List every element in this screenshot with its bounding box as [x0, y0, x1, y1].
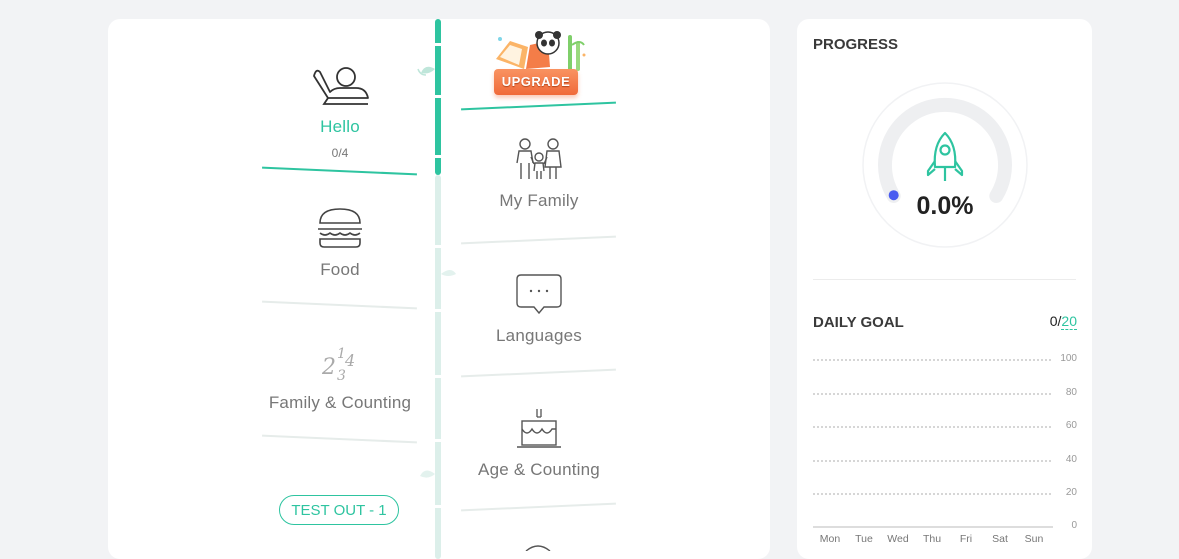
- lesson-hello[interactable]: Hello 0/4: [260, 64, 420, 160]
- lesson-my-family[interactable]: My Family: [459, 137, 619, 211]
- grid-line: [813, 493, 1051, 495]
- x-tick-label: Wed: [887, 533, 909, 545]
- upgrade-badge[interactable]: UPGRADE: [488, 29, 593, 99]
- daily-goal-count: 0/20: [1049, 313, 1077, 330]
- lesson-food[interactable]: Food: [260, 207, 420, 280]
- y-tick-label: 20: [1065, 487, 1077, 498]
- x-tick-label: Tue: [855, 533, 873, 545]
- lesson-label: Family & Counting: [268, 393, 412, 412]
- lesson-label: My Family: [499, 191, 579, 210]
- progress-title: PROGRESS: [813, 36, 899, 53]
- rocket-icon: [926, 131, 964, 181]
- daily-goal-target-link[interactable]: 20: [1061, 313, 1077, 330]
- x-tick-label: Sun: [1024, 533, 1044, 545]
- svg-text:2: 2: [321, 355, 336, 380]
- lesson-label: Languages: [496, 326, 582, 345]
- y-tick-label: 60: [1065, 420, 1077, 431]
- y-tick-label: 100: [1060, 353, 1077, 364]
- lesson-age-counting[interactable]: Age & Counting: [459, 407, 619, 480]
- grid-line: [813, 393, 1051, 395]
- divider: [813, 279, 1076, 280]
- grid-line: [813, 426, 1051, 428]
- x-tick-label: Thu: [922, 533, 942, 545]
- y-tick-label: 80: [1065, 387, 1077, 398]
- bamboo-path: [417, 19, 456, 559]
- next-lesson-icon: [525, 545, 551, 551]
- svg-text:3: 3: [337, 368, 346, 382]
- y-tick-label: 0: [1071, 520, 1077, 531]
- waving-person-icon: [313, 67, 369, 105]
- daily-goal-current: 0: [1049, 313, 1058, 329]
- progress-value: 0.0%: [916, 192, 974, 220]
- lesson-label: Age & Counting: [478, 460, 600, 479]
- birthday-cake-icon: [517, 409, 561, 448]
- daily-goal-title: DAILY GOAL: [813, 314, 904, 331]
- grid-line: [813, 460, 1051, 462]
- progress-panel: PROGRESS 0.0% DAILY GOAL 0/20 100 80 60 …: [797, 19, 1092, 559]
- lesson-languages[interactable]: Languages: [459, 273, 619, 346]
- x-tick-label: Fri: [959, 533, 973, 545]
- course-path-panel: UPGRADE Hello 0/4 My Family Food Languag…: [108, 19, 770, 559]
- upgrade-label: UPGRADE: [501, 74, 571, 89]
- y-tick-label: 40: [1065, 454, 1077, 465]
- lesson-family-counting[interactable]: 2 1 4 3 Family & Counting: [260, 340, 420, 413]
- numbers-icon: 2 1 4 3: [321, 346, 355, 382]
- x-tick-label: Mon: [819, 533, 841, 545]
- speech-bubble-icon: [516, 274, 562, 315]
- test-out-button[interactable]: TEST OUT - 1: [279, 495, 399, 525]
- x-tick-label: Sat: [992, 533, 1008, 545]
- x-axis: [813, 526, 1053, 528]
- lesson-label: Food: [320, 260, 360, 279]
- family-icon: [516, 138, 562, 179]
- burger-icon: [318, 208, 362, 248]
- grid-line: [813, 359, 1051, 361]
- lesson-label: Hello: [320, 117, 360, 136]
- upgrade-banner: UPGRADE: [494, 69, 578, 95]
- lesson-progress-count: 0/4: [331, 146, 349, 160]
